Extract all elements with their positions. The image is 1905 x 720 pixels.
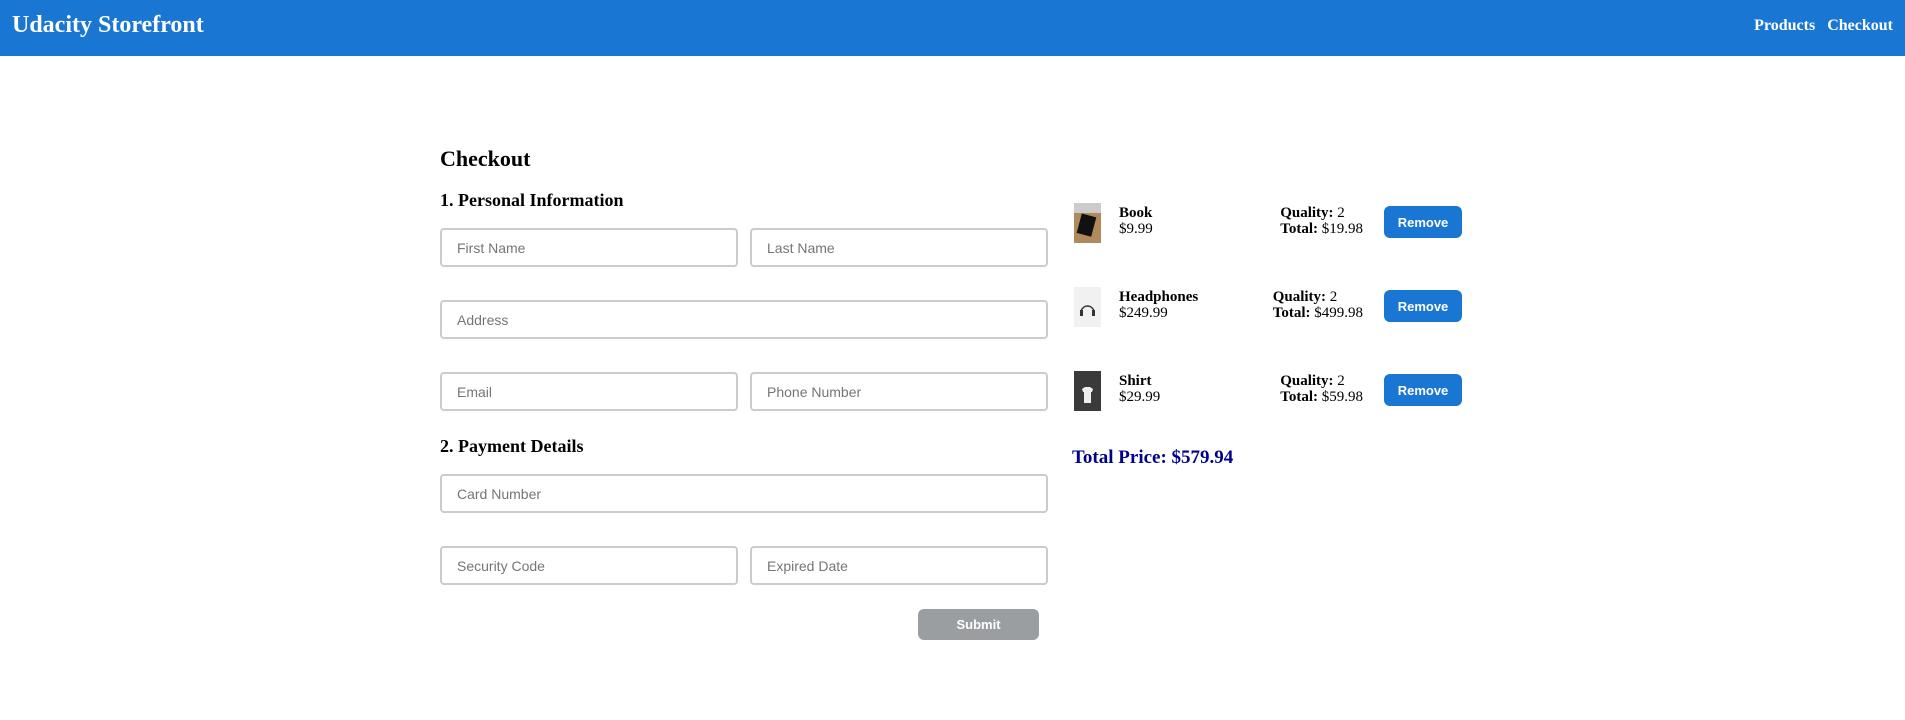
address-input[interactable] xyxy=(440,300,1048,339)
remove-button[interactable]: Remove xyxy=(1384,290,1462,322)
cart-item: Shirt $29.99 Quality: 2 Total: $59.98 Remo… xyxy=(1074,371,1474,413)
card-number-input[interactable] xyxy=(440,474,1048,513)
item-total: $59.98 xyxy=(1321,389,1363,405)
total-label: Total: xyxy=(1280,221,1318,237)
item-total: $19.98 xyxy=(1321,221,1363,237)
total-label: Total: xyxy=(1280,389,1318,405)
app-header: Udacity Storefront Products Checkout xyxy=(0,0,1905,56)
security-code-input[interactable] xyxy=(440,546,738,585)
cart-item: Headphones $249.99 Quality: 2 Total: $499.… xyxy=(1074,287,1474,329)
item-name: Book xyxy=(1119,205,1153,221)
item-price: $249.99 xyxy=(1119,305,1168,321)
first-name-input[interactable] xyxy=(440,228,738,267)
phone-input[interactable] xyxy=(750,372,1048,411)
nav-bar: Products Checkout xyxy=(1742,17,1893,35)
personal-info-heading: 1. Personal Information xyxy=(440,190,624,210)
quantity-label: Quality: xyxy=(1280,373,1334,389)
remove-button[interactable]: Remove xyxy=(1384,206,1462,238)
cart-item: Book $9.99 Quality: 2 Total: $19.98 Remove xyxy=(1074,203,1474,245)
shirt-image xyxy=(1074,371,1101,411)
total-price: Total Price: $579.94 xyxy=(1072,447,1234,468)
nav-checkout[interactable]: Checkout xyxy=(1827,17,1893,34)
item-quantity: 2 xyxy=(1329,289,1338,305)
item-quantity: 2 xyxy=(1337,373,1345,389)
submit-button[interactable]: Submit xyxy=(918,609,1039,640)
remove-button[interactable]: Remove xyxy=(1384,374,1462,406)
last-name-input[interactable] xyxy=(750,228,1048,267)
page-title: Checkout xyxy=(440,146,531,171)
quantity-label: Quality: xyxy=(1280,205,1334,221)
payment-heading: 2. Payment Details xyxy=(440,436,584,456)
item-price: $9.99 xyxy=(1119,221,1153,237)
quantity-label: Quality: xyxy=(1272,289,1327,305)
headphones-image xyxy=(1074,287,1101,327)
brand-logo[interactable]: Udacity Storefront xyxy=(12,12,204,39)
item-name: Headphones xyxy=(1119,289,1199,305)
total-label: Total: xyxy=(1272,305,1311,321)
item-name: Shirt xyxy=(1119,373,1152,389)
item-quantity: 2 xyxy=(1337,205,1345,221)
book-image xyxy=(1074,203,1101,243)
nav-products[interactable]: Products xyxy=(1754,17,1815,34)
item-total: $499.98 xyxy=(1314,305,1363,321)
item-price: $29.99 xyxy=(1119,389,1161,405)
email-input[interactable] xyxy=(440,372,738,411)
expiry-date-input[interactable] xyxy=(750,546,1048,585)
